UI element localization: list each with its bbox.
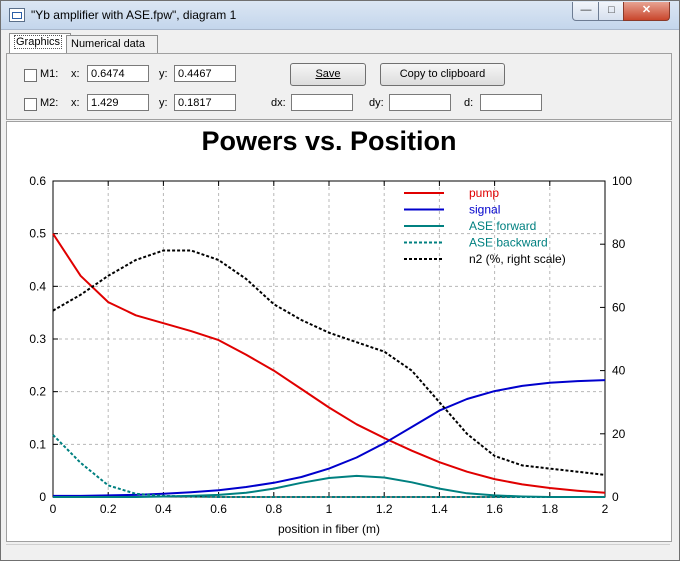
m2-label: M2: (40, 97, 59, 109)
m2-checkbox[interactable] (24, 98, 37, 111)
app-icon (9, 8, 25, 22)
x-tick-label: 1.2 (376, 502, 393, 516)
m2-y-label: y: (159, 97, 168, 109)
y-tick-label: 0.5 (29, 227, 46, 241)
marker-row-m2: M2: x: 1.429 y: 0.1817 dx: dy: d: (7, 94, 667, 114)
app-window: "Yb amplifier with ASE.fpw", diagram 1 —… (0, 0, 680, 561)
m1-x-label: x: (71, 68, 80, 80)
dx-field[interactable] (291, 94, 353, 111)
m2-x-field[interactable]: 1.429 (87, 94, 149, 111)
tab-graphics-label: Graphics (14, 35, 63, 49)
x-tick-label: 0.4 (155, 502, 172, 516)
x-tick-label: 0.2 (100, 502, 117, 516)
m1-y-field[interactable]: 0.4467 (174, 65, 236, 82)
y2-tick-label: 0 (612, 490, 619, 504)
x-tick-label: 1.6 (486, 502, 503, 516)
tab-numerical-data[interactable]: Numerical data (66, 35, 158, 53)
chart-title: Powers vs. Position (201, 126, 456, 156)
maximize-button[interactable]: □ (598, 2, 625, 21)
dy-field[interactable] (389, 94, 451, 111)
minimize-button[interactable]: — (572, 2, 600, 21)
x-tick-label: 0.6 (210, 502, 227, 516)
y-tick-label: 0.3 (29, 332, 46, 346)
m1-x-field[interactable]: 0.6474 (87, 65, 149, 82)
y-tick-label: 0 (39, 490, 46, 504)
legend-entry: ASE forward (469, 219, 536, 233)
y2-tick-label: 60 (612, 300, 626, 314)
tab-graphics[interactable]: Graphics (9, 33, 71, 54)
legend-entry: pump (469, 186, 499, 200)
x-tick-label: 1.8 (541, 502, 558, 516)
tab-numerical-data-label: Numerical data (71, 38, 145, 50)
status-strip (6, 544, 670, 557)
m2-x-label: x: (71, 97, 80, 109)
d-label: d: (464, 97, 474, 109)
x-tick-label: 1.4 (431, 502, 448, 516)
y-tick-label: 0.6 (29, 174, 46, 188)
close-button[interactable]: ✕ (623, 2, 670, 21)
m1-label: M1: (40, 68, 59, 80)
y2-tick-label: 20 (612, 427, 626, 441)
legend-entry: ASE backward (469, 236, 548, 250)
save-button[interactable]: Save (290, 63, 366, 86)
y-tick-label: 0.2 (29, 385, 46, 399)
marker-panel: M1: x: 0.6474 y: 0.4467 Save Copy to cli… (6, 53, 672, 120)
plot-area[interactable]: Powers vs. Position 0 0.2 0.4 0.6 0.8 1 1.2 1.4 1… (6, 121, 672, 542)
x-axis-label: position in fiber (m) (278, 522, 380, 536)
copy-to-clipboard-button[interactable]: Copy to clipboard (380, 63, 505, 86)
x-tick-label: 2 (602, 502, 609, 516)
m1-checkbox[interactable] (24, 69, 37, 82)
m1-y-label: y: (159, 68, 168, 80)
x-tick-label: 0 (50, 502, 57, 516)
title-bar[interactable]: "Yb amplifier with ASE.fpw", diagram 1 —… (1, 1, 679, 30)
copy-button-label: Copy to clipboard (399, 68, 486, 80)
dy-label: dy: (369, 97, 384, 109)
y-tick-label: 0.4 (29, 279, 46, 293)
x-tick-label: 1 (326, 502, 333, 516)
dx-label: dx: (271, 97, 286, 109)
y-tick-label: 0.1 (29, 437, 46, 451)
x-tick-label: 0.8 (265, 502, 282, 516)
save-button-label: Save (315, 68, 341, 80)
legend-entry: signal (469, 203, 500, 217)
y2-tick-label: 80 (612, 237, 626, 251)
window-title: "Yb amplifier with ASE.fpw", diagram 1 (31, 8, 237, 22)
d-field[interactable] (480, 94, 542, 111)
y2-tick-label: 100 (612, 174, 632, 188)
legend-entry: n2 (%, right scale) (469, 252, 566, 266)
m2-y-field[interactable]: 0.1817 (174, 94, 236, 111)
powers-chart: Powers vs. Position 0 0.2 0.4 0.6 0.8 1 1.2 1.4 1… (29, 126, 632, 536)
y2-tick-label: 40 (612, 364, 626, 378)
